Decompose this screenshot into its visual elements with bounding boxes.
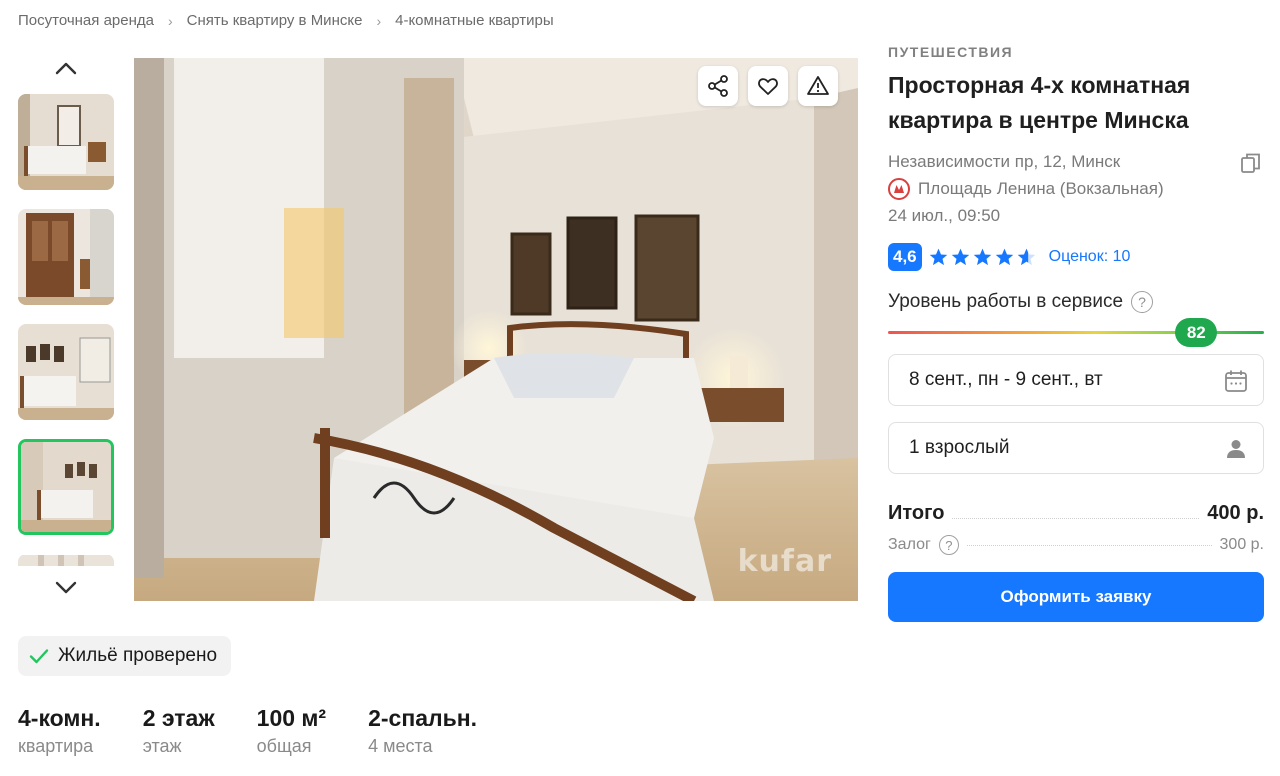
verified-label: Жильё проверено	[58, 645, 218, 666]
spec-floor: 2 этаж этаж	[143, 703, 215, 757]
metro-icon	[888, 177, 910, 200]
spec-label: 4 места	[368, 736, 433, 756]
service-score-bar: 82	[888, 318, 1264, 347]
deposit-label: Залог	[888, 536, 931, 553]
watermark: kufar	[737, 544, 832, 579]
rating-badge: 4,6	[888, 243, 922, 271]
date-range-picker[interactable]: 8 сент., пн - 9 сент., вт	[888, 354, 1264, 406]
chevron-right-icon: ›	[167, 12, 173, 29]
heart-icon[interactable]	[748, 66, 788, 106]
star-icon	[973, 248, 991, 266]
chevron-down-icon[interactable]	[54, 576, 78, 600]
total-label: Итого	[888, 502, 945, 524]
rating-stars	[928, 247, 1037, 267]
star-icon	[995, 248, 1013, 266]
spec-area: 100 м² общая	[257, 703, 326, 757]
breadcrumb-daily-rent[interactable]: Посуточная аренда	[18, 12, 154, 29]
service-level: Уровень работы в сервисе ?	[888, 291, 1264, 313]
reviews-link[interactable]: Оценок: 10	[1049, 248, 1131, 266]
star-half-icon	[1017, 248, 1035, 266]
thumbnail-2[interactable]	[18, 209, 114, 305]
address: Независимости пр, 12, Минск	[888, 152, 1121, 171]
metro-name: Площадь Ленина (Вокзальная)	[918, 179, 1164, 198]
date-range-value: 8 сент., пн - 9 сент., вт	[909, 369, 1103, 390]
breadcrumb: Посуточная аренда › Снять квартиру в Мин…	[18, 12, 554, 29]
guests-value: 1 взрослый	[909, 437, 1010, 458]
verified-badge: Жильё проверено	[18, 636, 232, 676]
total-row: Итого 400 р.	[888, 502, 1264, 525]
spec-value: 100 м²	[256, 705, 327, 731]
divider	[966, 544, 1212, 546]
chevron-up-icon[interactable]	[54, 56, 78, 80]
breadcrumb-4-rooms[interactable]: 4-комнатные квартиры	[395, 12, 554, 29]
submit-request-button[interactable]: Оформить заявку	[888, 572, 1264, 622]
warning-icon[interactable]	[798, 66, 838, 106]
bedroom-photo	[134, 58, 858, 601]
thumbnail-5[interactable]	[18, 554, 114, 566]
copy-icon[interactable]	[1238, 150, 1264, 176]
share-icon[interactable]	[698, 66, 738, 106]
thumbnail-1[interactable]	[18, 94, 114, 190]
spec-value: 4-комн.	[18, 705, 101, 731]
service-label: Уровень работы в сервисе	[888, 291, 1124, 312]
divider	[952, 518, 1200, 519]
spec-label: этаж	[142, 736, 182, 756]
posted-date: 24 июл., 09:50	[888, 206, 1001, 225]
thumbnail-strip	[18, 52, 114, 602]
category-label: ПУТЕШЕСТВИЯ	[888, 44, 1014, 60]
help-icon[interactable]: ?	[938, 535, 959, 555]
spec-bedrooms: 2-спальн. 4 места	[368, 703, 477, 757]
deposit-value: 300 р.	[1219, 536, 1264, 553]
rating-row: 4,6 Оценок: 10	[888, 243, 1264, 271]
deposit-row: Залог ? 300 р.	[888, 535, 1264, 555]
spec-list: 4-комн. квартира 2 этаж этаж 100 м² обща…	[18, 703, 519, 757]
booking-panel: ПУТЕШЕСТВИЯ Просторная 4-х комнатная ква…	[888, 44, 1264, 622]
chevron-right-icon: ›	[376, 12, 382, 29]
thumbnail-3[interactable]	[18, 324, 114, 420]
spec-label: общая	[256, 736, 312, 756]
total-value: 400 р.	[1207, 502, 1264, 524]
spec-rooms: 4-комн. квартира	[18, 703, 101, 757]
address-block: Независимости пр, 12, Минск Площадь Лени…	[888, 148, 1264, 229]
spec-label: квартира	[18, 736, 94, 756]
calendar-icon	[1225, 370, 1247, 392]
spec-value: 2-спальн.	[368, 705, 478, 731]
spec-value: 2 этаж	[142, 705, 215, 731]
guests-picker[interactable]: 1 взрослый	[888, 422, 1264, 474]
main-photo[interactable]: kufar	[134, 58, 858, 601]
metro-station: Площадь Ленина (Вокзальная)	[888, 175, 1264, 202]
thumbnail-4-active[interactable]	[18, 439, 114, 535]
help-icon[interactable]: ?	[1131, 291, 1154, 313]
breadcrumb-rent-minsk[interactable]: Снять квартиру в Минске	[187, 12, 363, 29]
person-icon	[1227, 440, 1245, 458]
listing-title: Просторная 4-х комнатная квартира в цент…	[888, 72, 1191, 133]
service-score-badge: 82	[1175, 318, 1218, 347]
checkmark-icon	[29, 649, 49, 664]
star-icon	[951, 248, 969, 266]
star-icon	[929, 248, 947, 266]
